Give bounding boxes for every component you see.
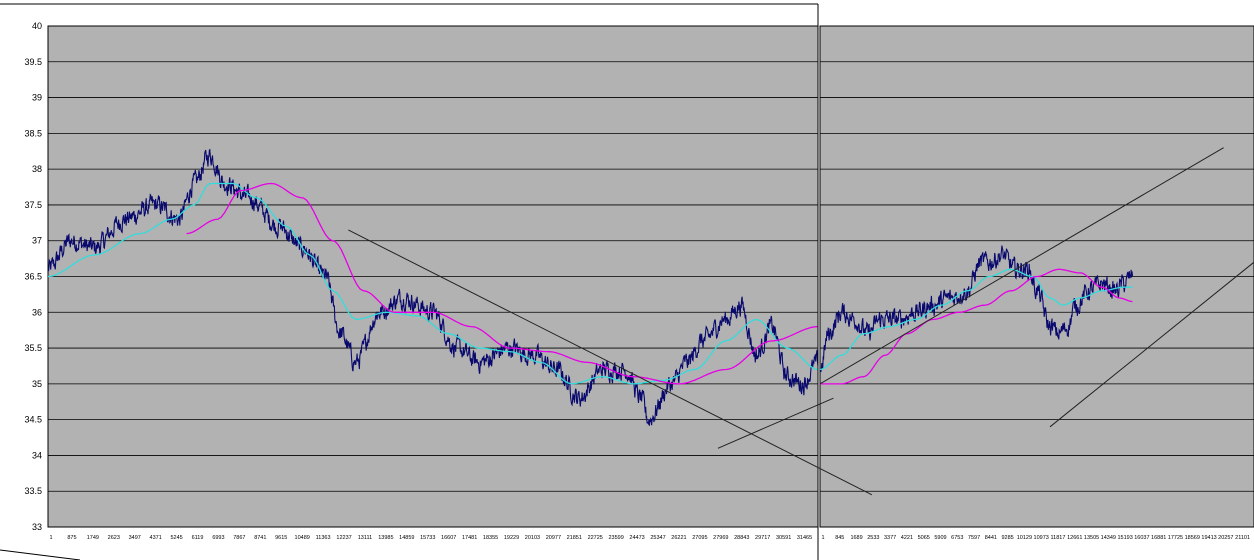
- x-tick-label: 6993: [212, 535, 224, 541]
- x-tick-label: 12661: [1067, 535, 1082, 541]
- x-tick-label: 10973: [1034, 535, 1049, 541]
- y-tick-label: 40: [32, 21, 42, 31]
- x-tick-label: 6119: [192, 535, 204, 541]
- x-tick-label: 14859: [399, 535, 414, 541]
- y-tick-label: 35.5: [24, 343, 42, 353]
- x-tick-label: 8441: [985, 535, 997, 541]
- x-tick-label: 11363: [316, 535, 331, 541]
- chart-canvas: 33 33.5 34 34.5 35 35.5 36 36.5 37 37.5 38 38.5 39 39…: [0, 3, 1254, 560]
- x-tick-label: 31465: [797, 535, 812, 541]
- frame-corner-line: [0, 549, 81, 560]
- x-tick-label: 13505: [1084, 535, 1099, 541]
- y-tick-label: 36: [32, 307, 42, 317]
- x-tick-label: 12237: [336, 535, 351, 541]
- y-tick-label: 34: [32, 450, 42, 460]
- x-tick-label: 17481: [462, 535, 477, 541]
- x-tick-label: 3377: [884, 535, 896, 541]
- x-tick-label: 21851: [567, 535, 582, 541]
- x-tick-label: 16607: [441, 535, 456, 541]
- x-tick-label: 7867: [233, 535, 245, 541]
- x-tick-label: 15193: [1117, 535, 1132, 541]
- x-tick-label: 16037: [1134, 535, 1149, 541]
- y-tick-label: 33: [32, 522, 42, 532]
- x-tick-label: 8741: [254, 535, 266, 541]
- y-tick-label: 37: [32, 236, 42, 246]
- y-tick-label: 39.5: [24, 57, 42, 67]
- x-tick-label: 18355: [483, 535, 498, 541]
- chart-panel-right: 1 845 1689 2533 3377 4221 5065 5909 6753 7597 8441…: [819, 25, 1254, 541]
- x-tick-label: 1749: [87, 535, 99, 541]
- x-tick-label: 4221: [901, 535, 913, 541]
- x-tick-label: 6753: [951, 535, 963, 541]
- x-tick-label: 20977: [546, 535, 561, 541]
- x-tick-label: 4371: [150, 535, 162, 541]
- x-tick-label: 22725: [588, 535, 603, 541]
- x-tick-label: 875: [67, 535, 76, 541]
- x-tick-label: 19229: [504, 535, 519, 541]
- x-tick-label: 20257: [1218, 535, 1233, 541]
- x-tick-label: 2533: [867, 535, 879, 541]
- x-tick-label: 25347: [650, 535, 665, 541]
- x-tick-label: 26221: [671, 535, 686, 541]
- x-tick-label: 18569: [1185, 535, 1200, 541]
- x-tick-label: 10489: [295, 535, 310, 541]
- x-tick-label: 1: [821, 535, 824, 541]
- x-tick-label: 30591: [776, 535, 791, 541]
- y-tick-label: 39: [32, 93, 42, 103]
- x-tick-label: 9285: [1002, 535, 1014, 541]
- x-tick-label: 13985: [378, 535, 393, 541]
- y-tick-label: 34.5: [24, 415, 42, 425]
- x-tick-label: 2623: [108, 535, 120, 541]
- x-tick-label: 5245: [170, 535, 182, 541]
- x-tick-label: 24473: [629, 535, 644, 541]
- x-tick-label: 845: [835, 535, 844, 541]
- x-tick-label: 7597: [968, 535, 980, 541]
- y-tick-label: 37.5: [24, 200, 42, 210]
- y-tick-label: 38.5: [24, 128, 42, 138]
- x-tick-label: 14349: [1101, 535, 1116, 541]
- x-tick-label: 27095: [692, 535, 707, 541]
- x-tick-label: 23599: [609, 535, 624, 541]
- x-tick-label: 28843: [734, 535, 749, 541]
- chart-panel-left: 33 33.5 34 34.5 35 35.5 36 36.5 37 37.5 38 38.5 39 39…: [24, 21, 819, 541]
- x-tick-label: 19413: [1201, 535, 1216, 541]
- x-tick-label: 1: [49, 535, 52, 541]
- x-tick-label: 13111: [358, 535, 372, 541]
- x-tick-label: 9615: [275, 535, 287, 541]
- x-tick-label: 10129: [1017, 535, 1032, 541]
- x-tick-label: 17725: [1168, 535, 1183, 541]
- x-tick-label: 1689: [850, 535, 862, 541]
- x-tick-label: 20103: [525, 535, 540, 541]
- y-tick-label: 38: [32, 164, 42, 174]
- x-tick-label: 29717: [755, 535, 770, 541]
- x-tick-label: 21101: [1235, 535, 1250, 541]
- x-tick-label: 3497: [129, 535, 141, 541]
- x-tick-label: 11817: [1051, 535, 1066, 541]
- x-tick-label: 15733: [420, 535, 435, 541]
- y-tick-label: 35: [32, 379, 42, 389]
- x-tick-label: 27969: [713, 535, 728, 541]
- x-tick-label: 16881: [1151, 535, 1166, 541]
- y-tick-label: 36.5: [24, 272, 42, 282]
- y-tick-label: 33.5: [24, 486, 42, 496]
- x-tick-label: 5065: [918, 535, 930, 541]
- x-tick-label: 5909: [934, 535, 946, 541]
